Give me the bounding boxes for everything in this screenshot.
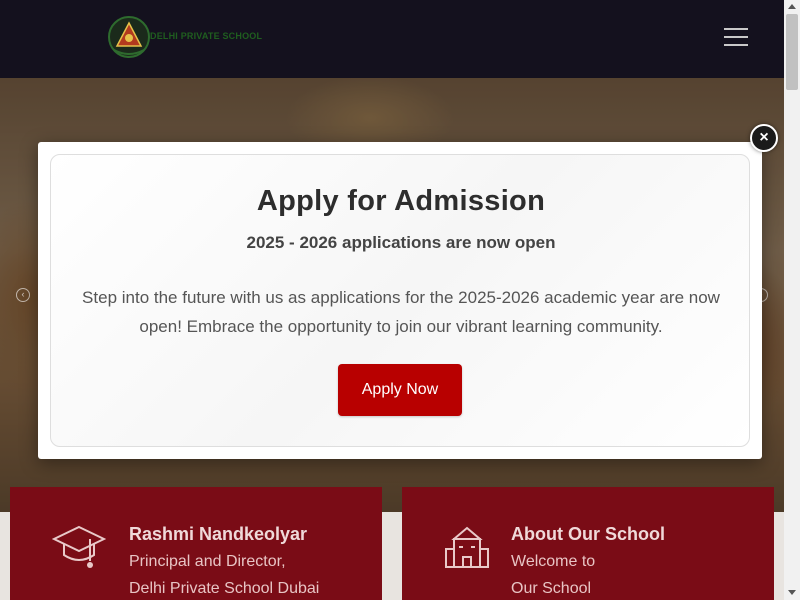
card-text: Delhi Private School Dubai <box>129 580 320 597</box>
admission-modal: Apply for Admission 2025 - 2026 applicat… <box>38 142 762 459</box>
chevron-left-icon[interactable]: ‹ <box>16 288 30 302</box>
scroll-down-arrow-icon[interactable] <box>788 590 796 595</box>
hamburger-menu-icon[interactable] <box>724 28 750 48</box>
about-school-card[interactable]: About Our School Welcome to Our School <box>402 487 774 600</box>
card-title: About Our School <box>511 524 665 544</box>
logo-text: DELHI PRIVATE SCHOOL <box>150 31 263 41</box>
school-building-icon <box>444 525 490 574</box>
modal-content: Apply for Admission 2025 - 2026 applicat… <box>50 154 750 447</box>
page-scrollbar[interactable] <box>784 0 800 600</box>
site-header: DELHI PRIVATE SCHOOL <box>0 0 784 78</box>
modal-subtitle: 2025 - 2026 applications are now open <box>246 233 556 252</box>
card-text: Welcome to <box>511 553 596 570</box>
card-text: Principal and Director, <box>129 553 286 570</box>
school-logo[interactable] <box>106 14 152 60</box>
principal-card[interactable]: Rashmi Nandkeolyar Principal and Directo… <box>10 487 382 600</box>
card-title: Rashmi Nandkeolyar <box>129 524 308 544</box>
graduation-cap-icon <box>51 523 107 578</box>
apply-now-button[interactable]: Apply Now <box>338 364 462 416</box>
scroll-up-arrow-icon[interactable] <box>788 4 796 9</box>
card-text: Our School <box>511 580 592 597</box>
close-icon[interactable]: × <box>750 124 778 152</box>
modal-title: Apply for Admission <box>256 185 546 217</box>
scroll-thumb[interactable] <box>786 14 798 90</box>
modal-body-text: Step into the future with us as applicat… <box>82 288 720 336</box>
